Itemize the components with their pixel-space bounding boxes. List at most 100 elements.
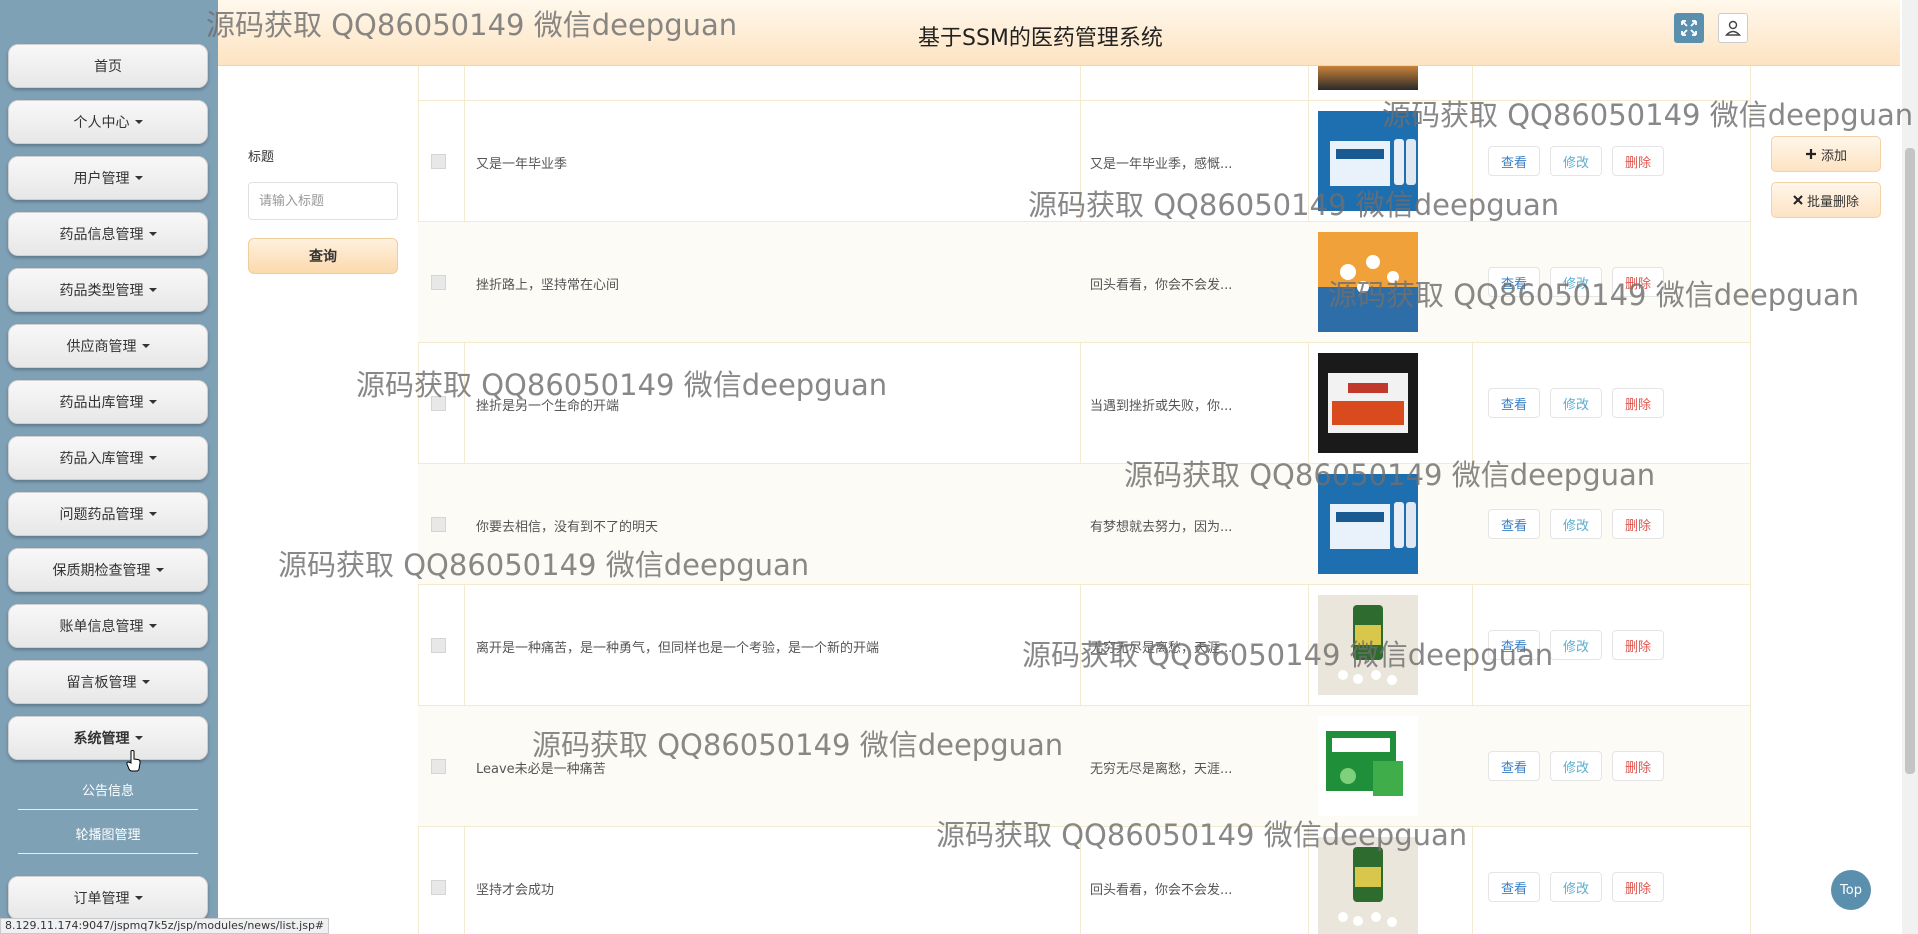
sidebar-item-label: 问题药品管理: [59, 507, 144, 523]
edit-button[interactable]: 修改: [1550, 146, 1602, 176]
product-thumbnail: [1318, 111, 1418, 211]
delete-button[interactable]: 删除: [1612, 751, 1664, 781]
sidebar-item-user-management[interactable]: 用户管理: [8, 156, 208, 200]
row-intro: 回头看看，你会不会发...: [1090, 883, 1233, 898]
row-intro: 当遇到挫折或失败，你...: [1090, 399, 1233, 414]
row-checkbox[interactable]: [431, 517, 446, 532]
back-to-top-button[interactable]: Top: [1831, 870, 1871, 910]
delete-button[interactable]: 删除: [1612, 267, 1664, 297]
delete-button[interactable]: 删除: [1612, 388, 1664, 418]
product-thumbnail: [1318, 353, 1418, 453]
caret-down-icon: [148, 232, 157, 236]
sidebar-item-label: 订单管理: [73, 891, 130, 907]
table-row: 挫折路上，坚持常在心间 回头看看，你会不会发... 查看 修改 删除: [418, 222, 1750, 343]
row-intro: 有梦想就去努力，因为...: [1090, 520, 1233, 535]
plus-icon: [1805, 149, 1816, 159]
sidebar-subitem-announcements[interactable]: 公告信息: [18, 770, 198, 810]
view-button[interactable]: 查看: [1488, 751, 1540, 781]
caret-down-icon: [134, 736, 143, 740]
sidebar-item-drug-type[interactable]: 药品类型管理: [8, 268, 208, 312]
delete-button[interactable]: 删除: [1612, 872, 1664, 902]
view-button[interactable]: 查看: [1488, 872, 1540, 902]
view-button[interactable]: 查看: [1488, 630, 1540, 660]
close-icon: [1793, 195, 1803, 205]
table-divider: [1750, 66, 1751, 934]
edit-button[interactable]: 修改: [1550, 751, 1602, 781]
fullscreen-button[interactable]: [1674, 13, 1704, 43]
sidebar-item-label: 首页: [94, 59, 122, 75]
row-title: 挫折路上，坚持常在心间: [476, 278, 620, 293]
caret-down-icon: [134, 120, 143, 124]
row-checkbox[interactable]: [431, 396, 446, 411]
sidebar-item-label: 系统管理: [73, 731, 130, 747]
title-search-input[interactable]: [248, 182, 398, 220]
table-row: 坚持才会成功 回头看看，你会不会发... 查看 修改 删除: [418, 827, 1750, 934]
product-thumbnail: [1318, 716, 1418, 816]
sidebar-item-orders[interactable]: 订单管理: [8, 876, 208, 920]
delete-button[interactable]: 删除: [1612, 146, 1664, 176]
view-button[interactable]: 查看: [1488, 146, 1540, 176]
scrollbar-thumb[interactable]: [1905, 148, 1915, 774]
row-checkbox[interactable]: [431, 275, 446, 290]
sidebar-item-label: 供应商管理: [66, 339, 137, 355]
row-intro: 无穷无尽是离愁，天涯...: [1090, 762, 1233, 777]
search-label: 标题: [248, 150, 275, 165]
sidebar-item-home[interactable]: 首页: [8, 44, 208, 88]
caret-down-icon: [148, 512, 157, 516]
view-button[interactable]: 查看: [1488, 509, 1540, 539]
row-checkbox[interactable]: [431, 638, 446, 653]
news-table: 又是一年毕业季 又是一年毕业季，感慨... 查看 修改 删除 挫折路上，坚持常在…: [418, 66, 1751, 934]
product-thumbnail: [1318, 474, 1418, 574]
sidebar-item-problem-drug[interactable]: 问题药品管理: [8, 492, 208, 536]
header-bar: 基于SSM的医药管理系统: [218, 0, 1900, 66]
row-title: 你要去相信，没有到不了的明天: [476, 520, 659, 535]
sidebar-item-label: 账单信息管理: [59, 619, 144, 635]
table-row: 又是一年毕业季 又是一年毕业季，感慨... 查看 修改 删除: [418, 101, 1750, 222]
sidebar-item-label: 药品出库管理: [59, 395, 144, 411]
edit-button[interactable]: 修改: [1550, 388, 1602, 418]
sidebar-subitem-carousel[interactable]: 轮播图管理: [18, 814, 198, 854]
sidebar-item-bill-info[interactable]: 账单信息管理: [8, 604, 208, 648]
sidebar: 首页 个人中心 用户管理 药品信息管理 药品类型管理 供应商管理 药品出库管理 …: [0, 0, 218, 934]
sidebar-item-label: 药品信息管理: [59, 227, 144, 243]
sidebar-item-drug-outbound[interactable]: 药品出库管理: [8, 380, 208, 424]
caret-down-icon: [134, 896, 143, 900]
delete-button[interactable]: 删除: [1612, 630, 1664, 660]
sidebar-subitem-label: 公告信息: [81, 784, 134, 799]
edit-button[interactable]: 修改: [1550, 872, 1602, 902]
sidebar-item-shelf-life-check[interactable]: 保质期检查管理: [8, 548, 208, 592]
search-button[interactable]: 查询: [248, 238, 398, 274]
row-checkbox[interactable]: [431, 759, 446, 774]
fullscreen-icon: [1681, 20, 1697, 36]
sidebar-item-label: 留言板管理: [66, 675, 137, 691]
status-bar-url: 8.129.11.174:9047/jspmq7k5z/jsp/modules/…: [0, 918, 330, 934]
sidebar-item-supplier[interactable]: 供应商管理: [8, 324, 208, 368]
delete-button[interactable]: 删除: [1612, 509, 1664, 539]
edit-button[interactable]: 修改: [1550, 630, 1602, 660]
view-button[interactable]: 查看: [1488, 267, 1540, 297]
add-button-label: 添加: [1820, 148, 1847, 164]
sidebar-item-message-board[interactable]: 留言板管理: [8, 660, 208, 704]
sidebar-item-label: 用户管理: [73, 171, 130, 187]
table-row: 挫折是另一个生命的开端 当遇到挫折或失败，你... 查看 修改 删除: [418, 343, 1750, 464]
row-checkbox[interactable]: [431, 880, 446, 895]
caret-down-icon: [141, 344, 150, 348]
edit-button[interactable]: 修改: [1550, 267, 1602, 297]
row-intro: 回头看看，你会不会发...: [1090, 278, 1233, 293]
caret-down-icon: [148, 624, 157, 628]
sidebar-item-label: 保质期检查管理: [52, 563, 151, 579]
edit-button[interactable]: 修改: [1550, 509, 1602, 539]
row-checkbox[interactable]: [431, 154, 446, 169]
user-button[interactable]: [1718, 13, 1748, 43]
batch-delete-button[interactable]: 批量删除: [1771, 182, 1881, 218]
row-intro: 无穷无尽是离愁，天涯...: [1090, 641, 1233, 656]
sidebar-item-drug-info[interactable]: 药品信息管理: [8, 212, 208, 256]
row-intro: 又是一年毕业季，感慨...: [1090, 157, 1233, 172]
sidebar-item-drug-inbound[interactable]: 药品入库管理: [8, 436, 208, 480]
sidebar-item-personal-center[interactable]: 个人中心: [8, 100, 208, 144]
user-icon: [1724, 20, 1742, 36]
add-button[interactable]: 添加: [1771, 136, 1881, 172]
view-button[interactable]: 查看: [1488, 388, 1540, 418]
product-thumbnail: [1318, 595, 1418, 695]
sidebar-item-system-management[interactable]: 系统管理: [8, 716, 208, 760]
